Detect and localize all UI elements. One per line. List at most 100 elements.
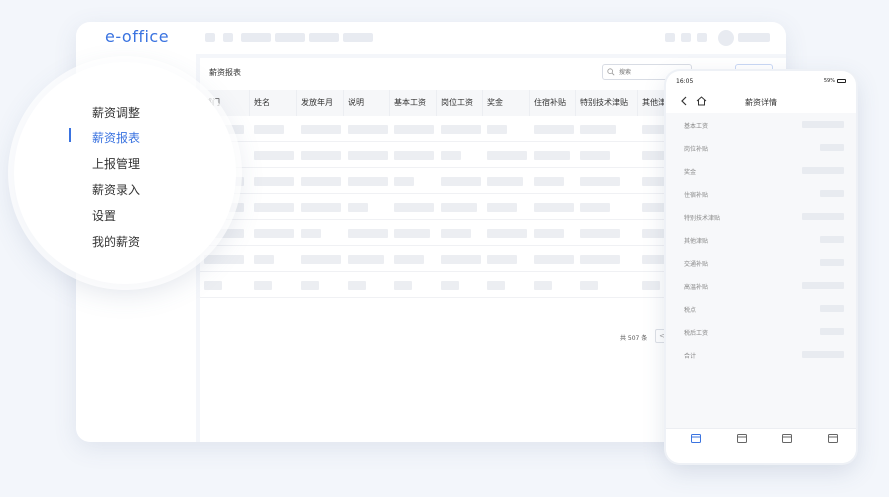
list-item: 住宿补贴 [666,182,856,205]
toolbar-icon-placeholder[interactable] [697,33,707,42]
list-item: 特别技术津贴 [666,205,856,228]
field-value [802,167,844,174]
table-cell-placeholder [301,203,341,212]
list-item: 合计 [666,343,856,366]
tab-3[interactable] [775,434,799,458]
table-cell-placeholder [441,255,481,264]
table-cell-placeholder [348,203,368,212]
toolbar-icon-placeholder[interactable] [681,33,691,42]
field-label: 住宿补贴 [684,192,709,199]
table-cell-placeholder [348,281,366,290]
username-placeholder [738,33,770,42]
list-item: 税后工资 [666,320,856,343]
field-label: 交通补贴 [684,261,709,268]
table-cell-placeholder [254,229,294,238]
status-time: 16:05 [676,78,694,85]
menu-item-salary-report[interactable]: 薪资报表 [92,129,140,146]
page-title: 薪资报表 [209,68,241,77]
col-pay-month[interactable]: 发放年月 [297,90,344,116]
col-tech-allowance[interactable]: 特别技术津贴 [576,90,638,116]
tab-icon [737,434,747,443]
pager-total: 共 507 条 [620,335,648,342]
field-value [820,328,844,335]
table-cell-placeholder [204,281,222,290]
breadcrumb-placeholder [275,33,305,42]
avatar[interactable] [718,30,734,46]
table-cell-placeholder [487,125,507,134]
breadcrumb-placeholder [343,33,373,42]
active-indicator [69,128,71,142]
table-cell-placeholder [301,255,341,264]
field-value [802,351,844,358]
toolbar-icon-placeholder[interactable] [665,33,675,42]
table-cell-placeholder [441,203,477,212]
table-cell-placeholder [534,229,564,238]
table-cell-placeholder [580,281,598,290]
table-cell-placeholder [580,229,620,238]
app-logo: e-office [105,27,170,46]
mobile-title: 薪资详情 [745,98,777,107]
col-name[interactable]: 姓名 [250,90,297,116]
search-icon [607,68,615,76]
table-cell-placeholder [301,151,341,160]
breadcrumb-placeholder [241,33,271,42]
table-cell-placeholder [348,229,388,238]
table-cell-placeholder [348,255,384,264]
table-cell-placeholder [254,203,294,212]
table-cell-placeholder [394,125,434,134]
table-cell-placeholder [487,281,505,290]
menu-item-my-salary[interactable]: 我的薪资 [92,233,140,250]
col-description[interactable]: 说明 [344,90,390,116]
field-label: 奖金 [684,169,697,176]
menu-item-report-management[interactable]: 上报管理 [92,155,140,172]
top-bar: e-office [76,22,786,54]
table-cell-placeholder [580,255,620,264]
table-cell-placeholder [580,151,610,160]
table-cell-placeholder [441,281,459,290]
table-cell-placeholder [487,203,517,212]
col-housing[interactable]: 住宿补贴 [530,90,576,116]
table-cell-placeholder [394,281,412,290]
table-cell-placeholder [534,151,570,160]
col-bonus[interactable]: 奖金 [483,90,530,116]
table-cell-placeholder [301,177,341,186]
col-position-salary[interactable]: 岗位工资 [437,90,483,116]
table-cell-placeholder [301,125,341,134]
status-battery: 59% [824,78,846,84]
table-cell-placeholder [534,177,564,186]
salary-detail-list: 基本工资 岗位补贴 奖金 住宿补贴 特别技术津贴 其他津贴 交通补贴 高温补贴 … [666,113,856,431]
battery-level: 59% [823,78,835,84]
tab-icon [782,434,792,443]
menu-item-settings[interactable]: 设置 [92,207,116,224]
battery-icon [837,78,846,83]
table-cell-placeholder [394,229,430,238]
menu-item-salary-entry[interactable]: 薪资录入 [92,181,140,198]
table-cell-placeholder [487,229,527,238]
menu-item-salary-adjust[interactable]: 薪资调整 [92,104,140,121]
table-cell-placeholder [487,255,517,264]
tab-2[interactable] [730,434,754,458]
field-value [820,259,844,266]
list-item: 基本工资 [666,113,856,136]
table-cell-placeholder [534,125,574,134]
table-cell-placeholder [534,281,552,290]
table-cell-placeholder [441,177,481,186]
col-base-salary[interactable]: 基本工资 [390,90,437,116]
table-cell-placeholder [441,125,481,134]
table-cell-placeholder [394,203,434,212]
tab-icon [691,434,701,443]
table-cell-placeholder [254,255,274,264]
menu-magnifier: 薪资调整 薪资报表 上报管理 薪资录入 设置 我的薪资 [14,62,236,284]
table-cell-placeholder [580,177,620,186]
field-value [820,236,844,243]
field-label: 高温补贴 [684,284,709,291]
table-cell-placeholder [254,281,272,290]
table-cell-placeholder [348,125,388,134]
list-item: 交通补贴 [666,251,856,274]
table-cell-placeholder [394,151,434,160]
field-value [820,190,844,197]
tab-1[interactable] [684,434,708,458]
field-value [820,305,844,312]
table-cell-placeholder [642,281,660,290]
tab-4[interactable] [821,434,845,458]
